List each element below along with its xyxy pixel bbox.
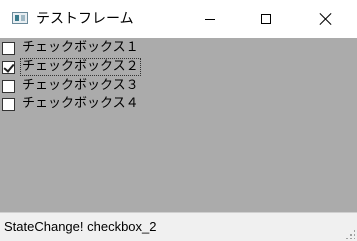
- app-window: テストフレーム チェックボックス１ チェックボックス２ チェックボックス３ チェ…: [0, 0, 357, 241]
- close-icon: [320, 13, 332, 25]
- checkbox-1-label[interactable]: チェックボックス１: [20, 39, 141, 57]
- checkbox-2-box[interactable]: [2, 60, 15, 74]
- checkbox-3-label[interactable]: チェックボックス３: [20, 77, 141, 95]
- minimize-button[interactable]: [187, 0, 233, 38]
- resize-grip-icon[interactable]: [345, 229, 355, 239]
- maximize-icon: [261, 14, 271, 24]
- checkbox-4[interactable]: チェックボックス４: [0, 95, 141, 113]
- checkbox-4-box[interactable]: [2, 97, 15, 111]
- checkbox-1[interactable]: チェックボックス１: [0, 39, 141, 57]
- status-text: StateChange! checkbox_2: [4, 219, 157, 234]
- close-button[interactable]: [303, 0, 349, 38]
- checkbox-1-box[interactable]: [2, 41, 15, 55]
- checkbox-2-label[interactable]: チェックボックス２: [20, 58, 141, 76]
- title-bar[interactable]: テストフレーム: [0, 0, 357, 38]
- maximize-button[interactable]: [243, 0, 289, 38]
- checkbox-3[interactable]: チェックボックス３: [0, 77, 141, 95]
- client-area: チェックボックス１ チェックボックス２ チェックボックス３ チェックボックス４: [0, 38, 357, 212]
- checkbox-4-label[interactable]: チェックボックス４: [20, 95, 141, 113]
- checkbox-3-box[interactable]: [2, 79, 15, 93]
- window-title: テストフレーム: [36, 11, 134, 27]
- minimize-icon: [205, 18, 215, 20]
- app-window-icon[interactable]: [12, 12, 28, 24]
- status-bar: StateChange! checkbox_2: [0, 212, 357, 241]
- checkbox-2[interactable]: チェックボックス２: [0, 58, 141, 76]
